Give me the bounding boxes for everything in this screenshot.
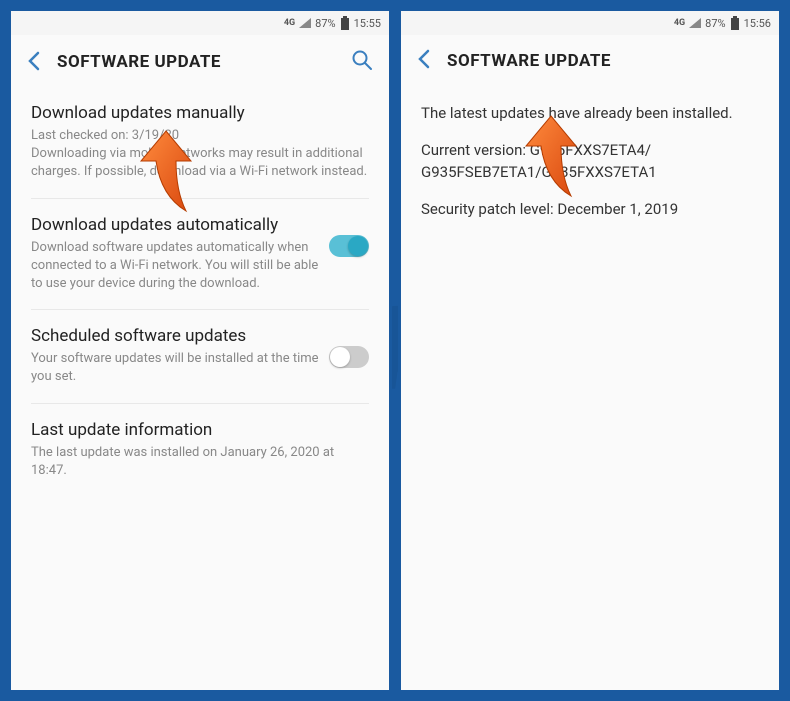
page-title: SOFTWARE UPDATE	[57, 52, 335, 72]
item-title: Download updates manually	[31, 103, 369, 123]
item-title: Last update information	[31, 420, 369, 440]
back-icon[interactable]	[27, 51, 41, 74]
toggle-auto-download[interactable]	[329, 235, 369, 257]
item-title: Scheduled software updates	[31, 326, 319, 346]
item-subtitle: Your software updates will be installed …	[31, 350, 319, 386]
signal-icon	[689, 18, 701, 28]
page-title: SOFTWARE UPDATE	[447, 51, 763, 71]
update-status-panel: The latest updates have already been ins…	[401, 84, 779, 252]
status-bar: 4G 87% 15:55	[11, 11, 389, 35]
clock: 15:56	[744, 17, 771, 30]
item-title: Download updates automatically	[31, 215, 319, 235]
phone-right: 4G 87% 15:56 SOFTWARE UPDATE The latest …	[398, 8, 782, 693]
settings-list: Download updates manually Last checked o…	[11, 87, 389, 496]
toggle-scheduled[interactable]	[329, 346, 369, 368]
version-line: G935FSEB7ETA1/G935FXXS7ETA1	[421, 161, 759, 184]
item-download-auto[interactable]: Download updates automatically Download …	[31, 199, 369, 311]
battery-icon	[340, 16, 350, 30]
status-message: The latest updates have already been ins…	[421, 102, 759, 125]
app-header: SOFTWARE UPDATE	[401, 35, 779, 84]
security-patch-line: Security patch level: December 1, 2019	[421, 198, 759, 221]
back-icon[interactable]	[417, 49, 431, 72]
app-header: SOFTWARE UPDATE	[11, 35, 389, 87]
item-download-manually[interactable]: Download updates manually Last checked o…	[31, 87, 369, 199]
battery-icon	[730, 16, 740, 30]
search-icon[interactable]	[351, 49, 373, 75]
item-subtitle: Last checked on: 3/19/20 Downloading via…	[31, 127, 369, 182]
status-bar: 4G 87% 15:56	[401, 11, 779, 35]
item-scheduled-updates[interactable]: Scheduled software updates Your software…	[31, 310, 369, 403]
battery-percent: 87%	[705, 17, 725, 30]
item-subtitle: Download software updates automatically …	[31, 239, 319, 294]
battery-percent: 87%	[315, 17, 335, 30]
clock: 15:55	[354, 17, 381, 30]
signal-icon	[299, 18, 311, 28]
screenshots-container: 4G 87% 15:55 SOFTWARE UPDATE Download up…	[0, 0, 790, 701]
network-indicator: 4G	[284, 18, 295, 28]
network-indicator: 4G	[674, 18, 685, 28]
item-last-update-info[interactable]: Last update information The last update …	[31, 404, 369, 496]
phone-left: 4G 87% 15:55 SOFTWARE UPDATE Download up…	[8, 8, 392, 693]
item-subtitle: The last update was installed on January…	[31, 444, 369, 480]
version-line: Current version: G935FXXS7ETA4/	[421, 139, 759, 162]
